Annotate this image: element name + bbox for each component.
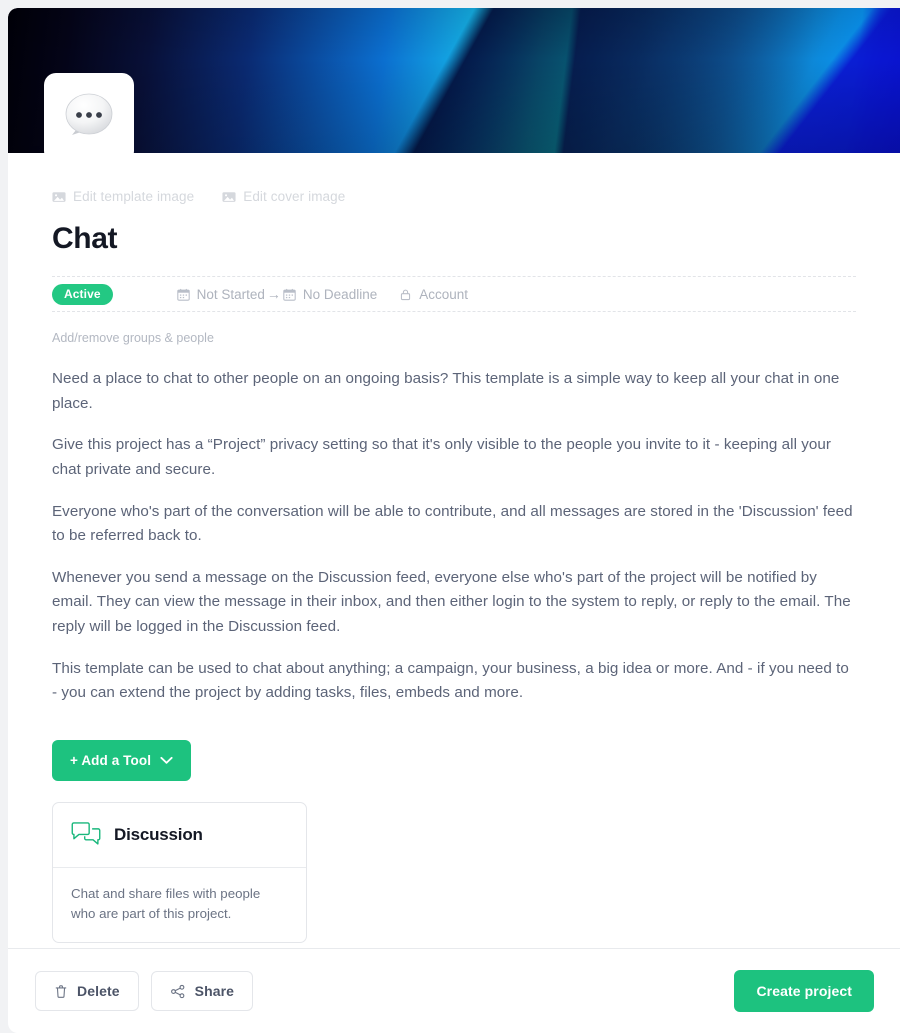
tool-card-discussion[interactable]: Discussion Chat and share files with peo… <box>52 801 307 943</box>
share-nodes-icon <box>170 984 186 999</box>
meta-row: Active Not Started → No Deadline Account <box>52 276 856 312</box>
create-project-button[interactable]: Create project <box>734 970 874 1012</box>
add-remove-people-link[interactable]: Add/remove groups & people <box>52 331 856 345</box>
speech-balloon-icon <box>58 87 120 149</box>
page-title: Chat <box>52 222 118 255</box>
date-arrow-icon: → <box>266 286 281 302</box>
privacy-field[interactable]: Account <box>399 287 468 302</box>
cover-vignette <box>8 8 900 153</box>
status-badge[interactable]: Active <box>52 283 113 305</box>
edit-template-image-button[interactable]: Edit template image <box>52 189 194 204</box>
edit-template-image-label: Edit template image <box>73 189 195 204</box>
deadline-label: No Deadline <box>302 286 378 302</box>
privacy-label: Account <box>419 286 468 302</box>
tool-card-header: Discussion <box>53 803 306 868</box>
discussion-bubbles-icon <box>71 822 101 848</box>
start-date-label: Not Started <box>196 286 265 302</box>
description-paragraph: This template can be used to chat about … <box>52 659 849 702</box>
delete-button[interactable]: Delete <box>35 971 139 1011</box>
add-a-tool-button[interactable]: + Add a Tool <box>52 739 192 781</box>
template-detail-card: Edit template image Edit cover image Cha… <box>8 8 900 1033</box>
edit-image-row: Edit template image Edit cover image <box>52 153 856 204</box>
image-icon <box>222 190 236 204</box>
footer-left-actions: Delete Share <box>35 971 254 1011</box>
lock-icon <box>399 288 412 301</box>
edit-cover-image-button[interactable]: Edit cover image <box>222 189 345 204</box>
calendar-icon <box>283 288 296 301</box>
description-paragraph: Give this project has a “Project” privac… <box>52 436 832 478</box>
footer-bar: Delete Share Create project <box>8 948 900 1033</box>
share-label: Share <box>194 983 235 999</box>
deadline-field[interactable]: No Deadline <box>283 287 377 302</box>
template-avatar[interactable] <box>44 73 134 163</box>
share-button[interactable]: Share <box>150 971 254 1011</box>
start-date-field[interactable]: Not Started <box>176 286 265 302</box>
trash-icon <box>54 984 68 999</box>
tool-card-title: Discussion <box>114 824 203 844</box>
description-paragraph: Everyone who's part of the conversation … <box>52 502 853 545</box>
edit-cover-image-label: Edit cover image <box>243 189 346 204</box>
add-a-tool-label: + Add a Tool <box>70 752 152 768</box>
page-root: Edit template image Edit cover image Cha… <box>0 0 900 1033</box>
description-paragraph: Whenever you send a message on the Discu… <box>52 568 851 635</box>
delete-label: Delete <box>77 983 120 999</box>
card-body: Edit template image Edit cover image Cha… <box>8 153 900 948</box>
image-icon <box>52 190 66 204</box>
cover-image[interactable] <box>8 8 900 153</box>
calendar-icon <box>176 288 190 301</box>
description-paragraph: Need a place to chat to other people on … <box>52 370 840 412</box>
chevron-down-icon <box>160 756 173 765</box>
tool-card-description: Chat and share files with people who are… <box>71 885 261 921</box>
